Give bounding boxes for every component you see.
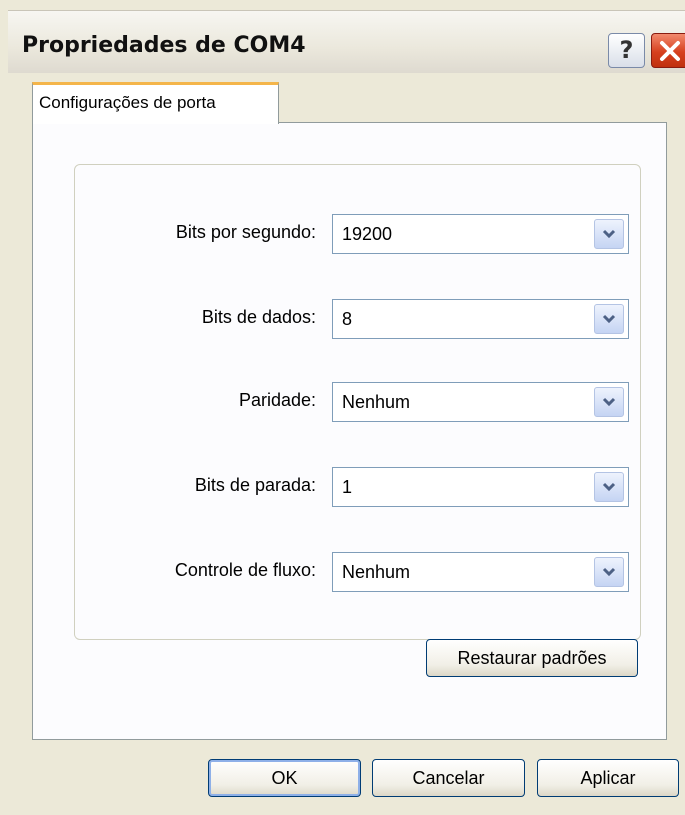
bits-per-second-select[interactable]: 19200: [332, 214, 629, 254]
parity-select[interactable]: Nenhum: [332, 382, 629, 422]
close-icon: [660, 41, 680, 61]
flow-control-dropdown-button[interactable]: [594, 557, 624, 587]
cancel-button[interactable]: Cancelar: [372, 759, 525, 797]
stop-bits-dropdown-button[interactable]: [594, 472, 624, 502]
data-bits-dropdown-button[interactable]: [594, 304, 624, 334]
chevron-down-icon: [602, 314, 616, 324]
restore-defaults-button[interactable]: Restaurar padrões: [426, 639, 638, 677]
data-bits-value: 8: [342, 309, 353, 329]
chevron-down-icon: [602, 229, 616, 239]
chevron-down-icon: [602, 567, 616, 577]
help-icon: ?: [619, 36, 634, 64]
parity-value: Nenhum: [342, 392, 411, 412]
flow-control-label: Controle de fluxo:: [174, 560, 316, 580]
close-button[interactable]: [651, 33, 685, 68]
tab-port-settings[interactable]: Configurações de porta: [32, 82, 279, 124]
chevron-down-icon: [602, 397, 616, 407]
tab-panel: Bits por segundo: 19200 Bits de dados: 8…: [32, 122, 667, 740]
flow-control-select[interactable]: Nenhum: [332, 552, 629, 592]
parity-dropdown-button[interactable]: [594, 387, 624, 417]
parity-label: Paridade:: [238, 390, 316, 410]
data-bits-label: Bits de dados:: [201, 307, 316, 327]
chevron-down-icon: [602, 482, 616, 492]
tab-label: Configurações de porta: [39, 93, 216, 112]
bits-per-second-value: 19200: [342, 224, 393, 244]
bits-per-second-label: Bits por segundo:: [175, 222, 316, 242]
port-settings-group: Bits por segundo: 19200 Bits de dados: 8…: [74, 164, 641, 640]
title-bar[interactable]: Propriedades de COM4 ?: [8, 10, 685, 73]
window-title: Propriedades de COM4: [22, 33, 306, 58]
stop-bits-value: 1: [342, 477, 353, 497]
stop-bits-label: Bits de parada:: [194, 475, 316, 495]
ok-button[interactable]: OK: [208, 759, 361, 797]
help-button[interactable]: ?: [608, 33, 645, 68]
apply-button[interactable]: Aplicar: [537, 759, 679, 797]
data-bits-select[interactable]: 8: [332, 299, 629, 339]
flow-control-value: Nenhum: [342, 562, 411, 582]
stop-bits-select[interactable]: 1: [332, 467, 629, 507]
bits-per-second-dropdown-button[interactable]: [594, 219, 624, 249]
